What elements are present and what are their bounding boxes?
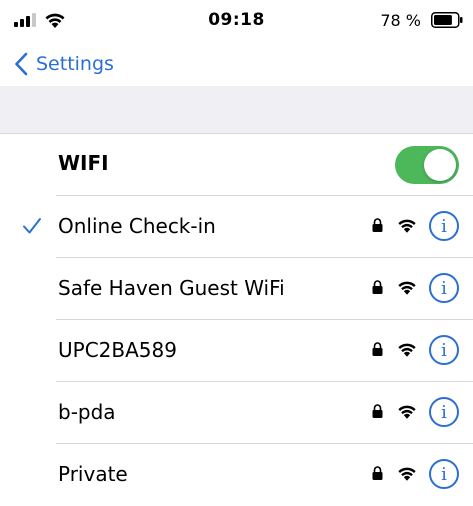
network-row-upc2ba589[interactable]: UPC2BA589 i bbox=[0, 320, 473, 382]
network-name: UPC2BA589 bbox=[58, 338, 177, 362]
network-row-safe-haven-guest-wifi[interactable]: Safe Haven Guest WiFi i bbox=[0, 258, 473, 320]
wifi-icon bbox=[398, 219, 416, 233]
info-icon[interactable]: i bbox=[429, 397, 459, 427]
network-row-private[interactable]: Private i bbox=[0, 444, 473, 506]
info-icon[interactable]: i bbox=[429, 273, 459, 303]
back-button[interactable]: Settings bbox=[14, 50, 114, 78]
checkmark-icon bbox=[23, 218, 41, 234]
lock-icon bbox=[372, 466, 383, 480]
lock-icon bbox=[372, 342, 383, 356]
navigation-bar: Settings bbox=[0, 42, 473, 86]
back-button-label: Settings bbox=[36, 53, 114, 75]
wifi-icon bbox=[398, 281, 416, 295]
lock-icon bbox=[372, 218, 383, 232]
network-name: Private bbox=[58, 462, 128, 486]
info-icon[interactable]: i bbox=[429, 459, 459, 489]
chevron-left-icon bbox=[15, 52, 28, 76]
battery-icon bbox=[431, 12, 463, 28]
lock-icon bbox=[372, 404, 383, 418]
section-spacer bbox=[0, 86, 473, 134]
lock-icon bbox=[372, 280, 383, 294]
wifi-icon bbox=[398, 405, 416, 419]
info-icon[interactable]: i bbox=[429, 211, 459, 241]
wifi-icon bbox=[398, 467, 416, 481]
network-name: Online Check-in bbox=[58, 214, 216, 238]
network-row-b-pda[interactable]: b-pda i bbox=[0, 382, 473, 444]
wifi-title: WIFI bbox=[58, 151, 109, 175]
info-icon[interactable]: i bbox=[429, 335, 459, 365]
network-name: Safe Haven Guest WiFi bbox=[58, 276, 285, 300]
wifi-toggle-row: WIFI bbox=[0, 134, 473, 196]
wifi-icon bbox=[398, 343, 416, 357]
status-bar: 09:18 78 % bbox=[0, 0, 473, 42]
network-row-online-check-in[interactable]: Online Check-in i bbox=[0, 196, 473, 258]
network-name: b-pda bbox=[58, 400, 116, 424]
toggle-knob bbox=[424, 149, 456, 181]
wifi-toggle[interactable] bbox=[395, 146, 459, 184]
battery-percentage: 78 % bbox=[380, 11, 421, 30]
